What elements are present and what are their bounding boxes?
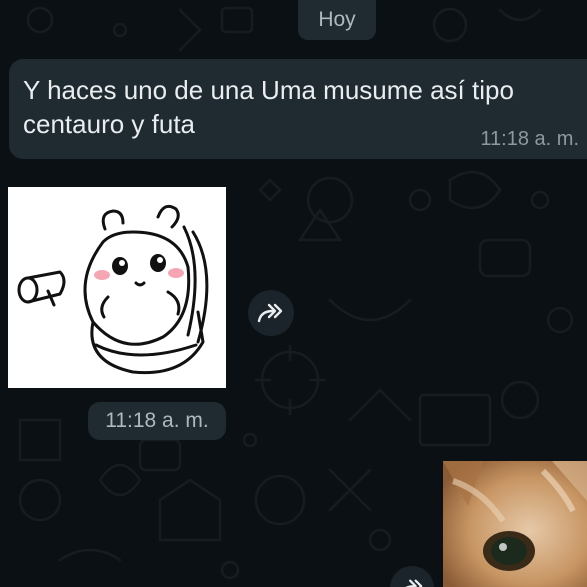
forward-button[interactable] [248,290,294,336]
forward-icon [257,303,283,323]
sticker-timestamp-label: 11:18 a. m. [105,409,209,432]
bear-on-toilet-sticker [17,204,209,375]
sticker-message[interactable] [8,187,226,388]
forward-icon [405,579,423,587]
date-divider: Hoy [298,0,376,40]
incoming-message-bubble[interactable]: Y haces uno de una Uma musume así tipo c… [9,59,587,159]
sticker-timestamp: 11:18 a. m. [88,402,226,440]
cat-photo [443,461,587,587]
image-message[interactable] [443,461,587,587]
forward-button-image[interactable] [390,566,434,587]
message-timestamp: 11:18 a. m. [480,128,579,150]
date-divider-label: Hoy [318,8,356,31]
chat-screen: Hoy Y haces uno de una Uma musume así ti… [0,0,587,587]
